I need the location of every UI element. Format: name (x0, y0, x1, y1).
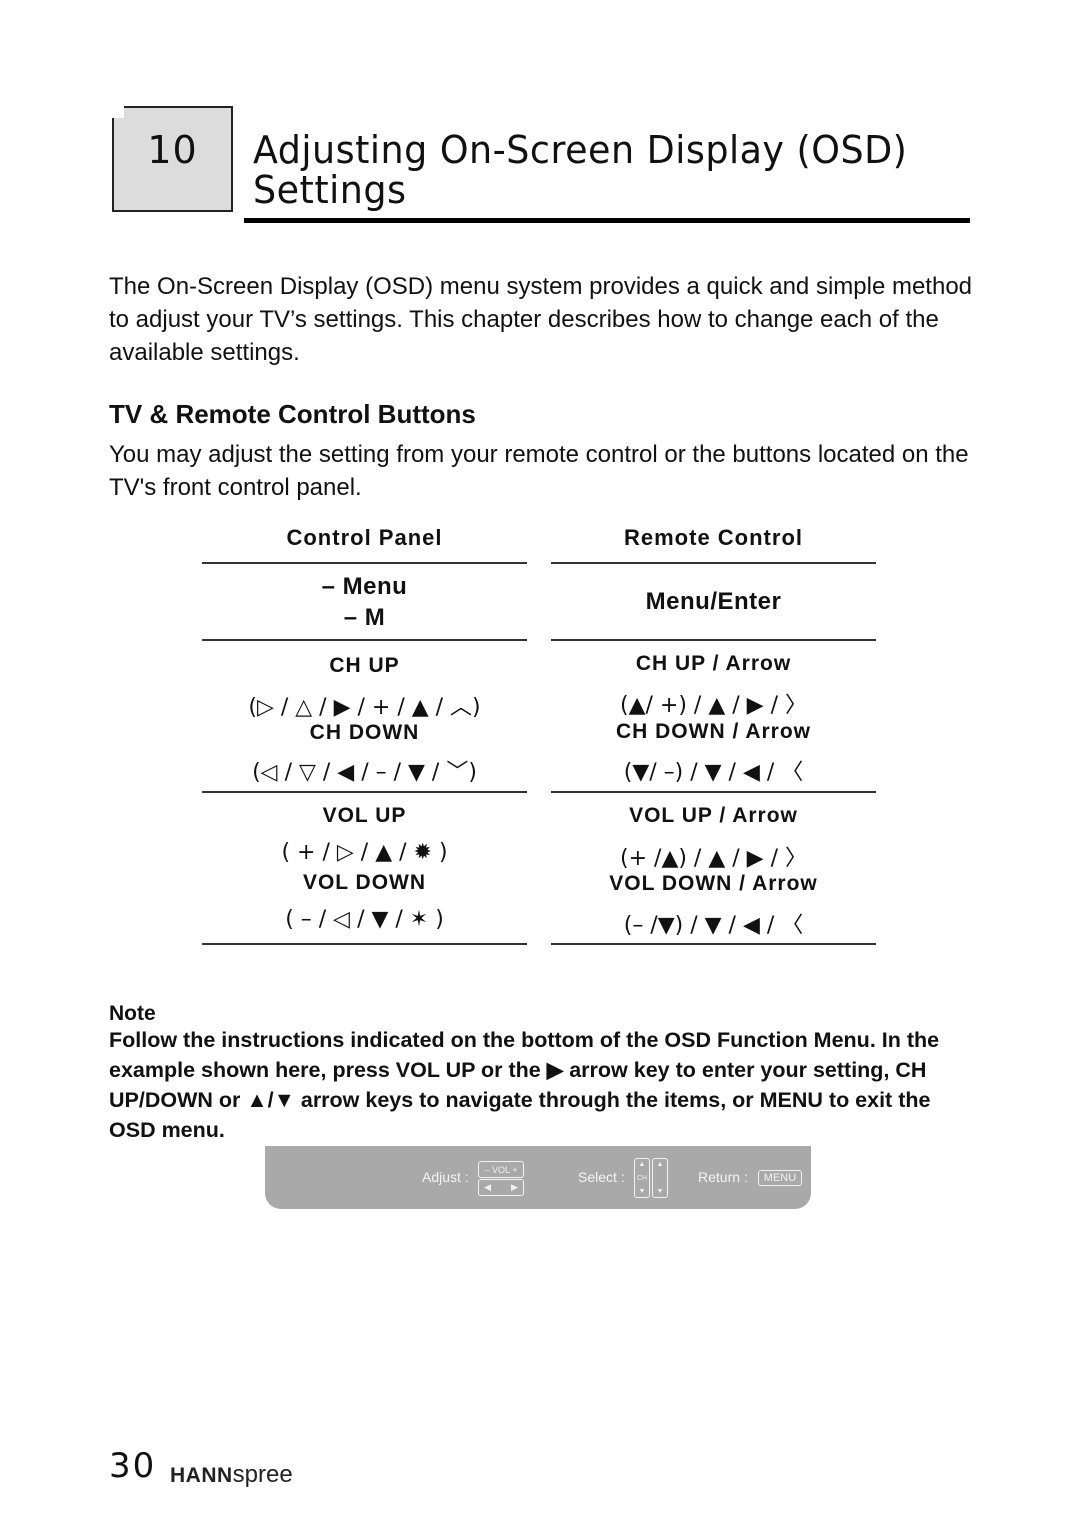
page-number: 30 (109, 1446, 157, 1486)
brand-logo: HANNspree (170, 1461, 293, 1489)
panel-ch-down-symbols: (◁ / ▽ / ◀ / – / ▼ / ﹀) (252, 760, 477, 785)
vol-key-icon: – VOL + (478, 1161, 524, 1178)
brand-logo-bold: HANN (170, 1464, 233, 1487)
panel-m-label: – M (343, 604, 386, 631)
remote-vol-down-label: VOL DOWN / Arrow (609, 872, 818, 895)
down-arrow-icon: ▼ (638, 1188, 646, 1195)
osd-return-label: Return : (698, 1169, 748, 1185)
ch-key-text: CH (636, 1174, 648, 1182)
left-right-key-icon: ◀ ▶ (478, 1179, 524, 1196)
column-header-remote-control: Remote Control (624, 525, 803, 550)
ch-key-icon: ▲ CH ▼ (634, 1158, 650, 1198)
section-heading: TV & Remote Control Buttons (109, 399, 476, 429)
note-text: Follow the instructions indicated on the… (109, 1028, 940, 1142)
chapter-number: 10 (147, 128, 198, 172)
panel-vol-up-symbols: ( + / ▷ / ▲ / ✹ ) (281, 840, 448, 865)
page-title: Adjusting On-Screen Display (OSD) Settin… (253, 130, 944, 210)
remote-ch-up-symbols: (▲/ +) / ▲ / ▶ / 〉 (620, 693, 807, 718)
divider (551, 791, 876, 793)
remote-vol-up-symbols: (+ /▲) / ▲ / ▶ / 〉 (620, 846, 807, 871)
divider (551, 562, 876, 564)
panel-ch-up-symbols: (▷ / △ / ▶ / + / ▲ / ︿) (248, 695, 481, 720)
remote-vol-up-label: VOL UP / Arrow (629, 804, 798, 827)
down-arrow-icon: ▼ (656, 1188, 664, 1195)
left-right-key-text: ◀ ▶ (484, 1182, 518, 1192)
remote-control-column: Remote Control Menu/Enter CH UP / Arrow … (551, 525, 876, 950)
osd-help-bar: Adjust : – VOL + ◀ ▶ Select : ▲ CH ▼ ▲ ▼… (265, 1146, 811, 1209)
up-arrow-icon: ▲ (656, 1161, 664, 1168)
panel-vol-down-label: VOL DOWN (302, 871, 427, 894)
brand-logo-light: spree (232, 1461, 293, 1488)
panel-menu-label: – Menu (321, 573, 408, 600)
column-header-control-panel: Control Panel (286, 525, 443, 550)
panel-vol-up-label: VOL UP (322, 804, 407, 827)
remote-ch-down-symbols: (▼/ –) / ▼ / ◀ / 〈 (623, 760, 804, 785)
remote-ch-down-label: CH DOWN / Arrow (615, 720, 812, 743)
panel-ch-down-label: CH DOWN (309, 721, 420, 744)
intro-paragraph: The On-Screen Display (OSD) menu system … (109, 273, 973, 366)
osd-adjust-label: Adjust : (422, 1169, 469, 1185)
panel-vol-down-symbols: ( – / ◁ / ▼ / ✶ ) (285, 907, 444, 932)
page-title-line1: Adjusting On-Screen Display (OSD) (253, 128, 908, 172)
divider (202, 639, 527, 641)
up-arrow-icon: ▲ (638, 1161, 646, 1168)
divider (202, 791, 527, 793)
panel-ch-up-label: CH UP (329, 654, 400, 677)
divider (551, 639, 876, 641)
note-heading: Note (109, 1002, 156, 1025)
page-title-line2: Settings (253, 168, 407, 212)
remote-menu-enter-label: Menu/Enter (645, 588, 782, 615)
osd-select-label: Select : (578, 1169, 625, 1185)
divider (202, 943, 527, 945)
menu-key-icon: MENU (758, 1170, 802, 1186)
divider (202, 562, 527, 564)
title-underline (244, 218, 970, 223)
remote-vol-down-symbols: (– /▼) / ▼ / ◀ / 〈 (623, 913, 804, 938)
remote-ch-up-label: CH UP / Arrow (635, 652, 792, 675)
control-panel-column: Control Panel – Menu – M CH UP (▷ / △ / … (202, 525, 527, 950)
up-down-key-icon: ▲ ▼ (652, 1158, 668, 1198)
section-paragraph: You may adjust the setting from your rem… (109, 441, 969, 501)
divider (551, 943, 876, 945)
menu-key-text: MENU (763, 1172, 797, 1184)
vol-key-text: – VOL + (484, 1164, 518, 1175)
